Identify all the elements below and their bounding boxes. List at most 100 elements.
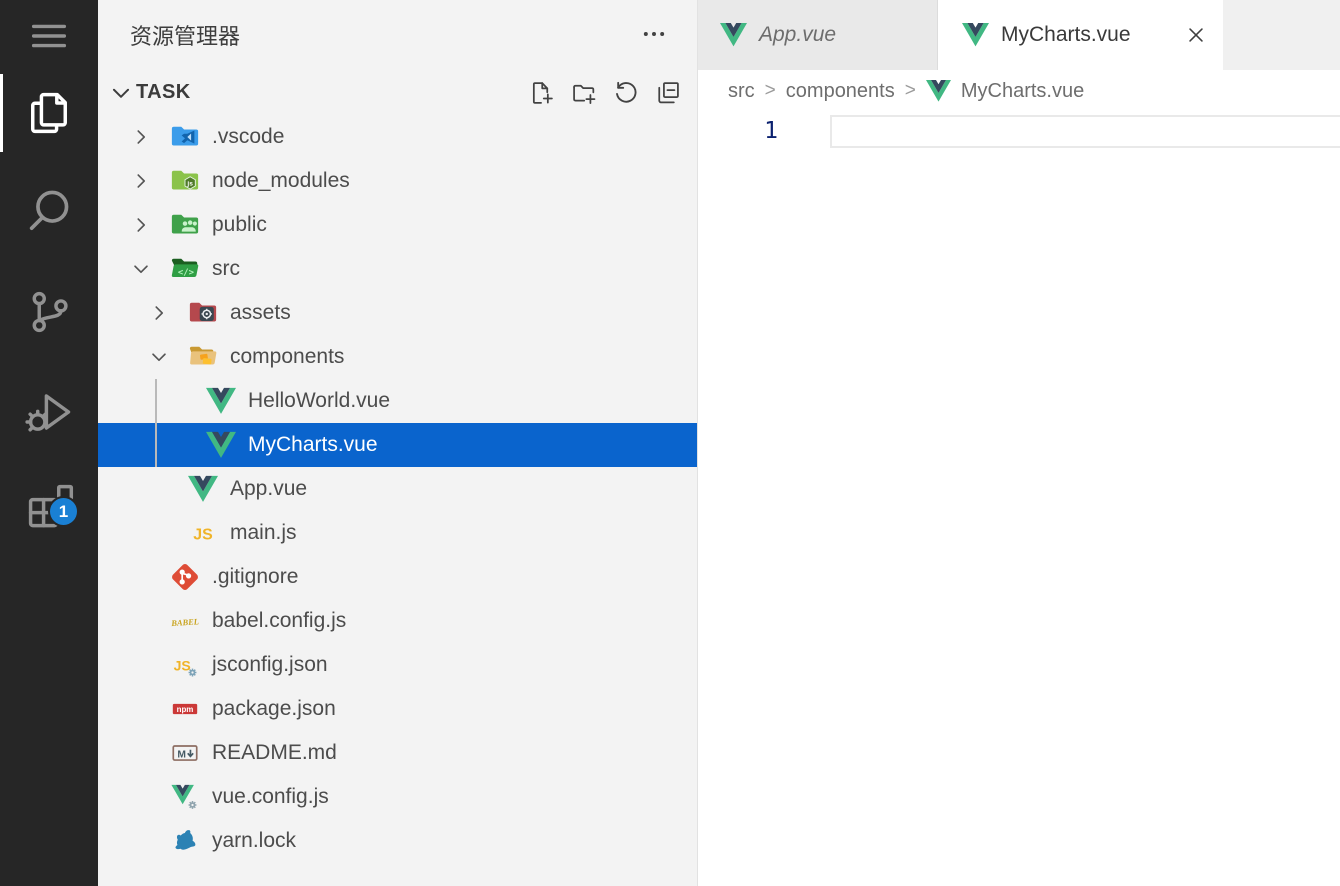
tree-item-mycharts-vue[interactable]: MyCharts.vue — [98, 423, 697, 467]
babel-icon: BABEL — [170, 606, 200, 636]
markdown-icon: M — [170, 738, 200, 768]
folder-node-icon: js — [170, 166, 200, 196]
tree-item-label: .gitignore — [212, 565, 298, 589]
search-icon — [23, 184, 75, 236]
activity-bar: 1 — [0, 0, 98, 886]
tree-item-yarn-lock[interactable]: yarn.lock — [98, 819, 697, 863]
active-view-indicator — [0, 74, 3, 152]
tree-item-readme-md[interactable]: M README.md — [98, 731, 697, 775]
folder-components-icon — [188, 342, 218, 372]
line-number: 1 — [698, 115, 778, 148]
breadcrumb: src>components>MyCharts.vue — [698, 70, 1340, 112]
new-file-button[interactable] — [525, 76, 559, 110]
collapse-all-button[interactable] — [651, 76, 685, 110]
tab-label: App.vue — [759, 23, 836, 47]
yarn-icon — [170, 826, 200, 856]
close-icon — [1185, 24, 1207, 46]
tree-item-babel-config-js[interactable]: BABEL babel.config.js — [98, 599, 697, 643]
sidebar-title: 资源管理器 — [130, 19, 637, 51]
code-line-1: 1 — [698, 115, 1340, 148]
breadcrumb-item-src[interactable]: src — [728, 80, 755, 103]
breadcrumb-label: src — [728, 80, 755, 103]
new-folder-icon — [570, 79, 598, 107]
tree-item-package-json[interactable]: npmpackage.json — [98, 687, 697, 731]
file-tree: .vscode js node_modulespublic</>srcassets c… — [98, 115, 697, 863]
folder-vscode-icon — [170, 122, 200, 152]
new-folder-button[interactable] — [567, 76, 601, 110]
svg-text:npm: npm — [177, 705, 194, 714]
tree-item-label: README.md — [212, 741, 337, 765]
tree-item-components[interactable]: components — [98, 335, 697, 379]
vue-icon — [188, 474, 218, 504]
chevron-right-icon — [130, 214, 170, 236]
tree-item-assets[interactable]: assets — [98, 291, 697, 335]
chevron-down-icon — [148, 346, 188, 368]
folder-public-icon — [170, 210, 200, 240]
chevron-down-icon — [108, 80, 134, 106]
vue-icon — [962, 23, 989, 47]
tree-item-label: node_modules — [212, 169, 350, 193]
tree-item-jsconfig-json[interactable]: JS jsconfig.json — [98, 643, 697, 687]
tree-item-main-js[interactable]: JSmain.js — [98, 511, 697, 555]
chevron-right-icon — [148, 302, 188, 324]
refresh-button[interactable] — [609, 76, 643, 110]
editor-group: App.vueMyCharts.vue src>components>MyCha… — [698, 0, 1340, 886]
activity-item-extensions[interactable]: 1 — [0, 469, 98, 541]
vue-icon — [206, 386, 236, 416]
debug-icon — [23, 386, 75, 438]
tree-item-label: components — [230, 345, 344, 369]
tree-item-vscode[interactable]: .vscode — [98, 115, 697, 159]
sidebar-header: 资源管理器 — [98, 0, 697, 70]
svg-text:JS: JS — [174, 658, 191, 674]
chevron-right-icon — [130, 126, 170, 148]
tree-item-app-vue[interactable]: App.vue — [98, 467, 697, 511]
tree-item-public[interactable]: public — [98, 203, 697, 247]
tab-mycharts-vue[interactable]: MyCharts.vue — [938, 0, 1223, 70]
more-actions-button[interactable] — [637, 17, 671, 51]
code-area[interactable]: 1 — [698, 112, 1340, 148]
activity-item-menu[interactable] — [0, 10, 98, 62]
source-control-icon — [23, 286, 75, 338]
tree-item-helloworld-vue[interactable]: HelloWorld.vue — [98, 379, 697, 423]
folder-assets-icon — [188, 298, 218, 328]
vue-config-icon — [170, 782, 200, 812]
current-line-highlight — [830, 115, 1340, 148]
close-tab-button[interactable] — [1181, 20, 1211, 50]
tree-item-src[interactable]: </>src — [98, 247, 697, 291]
chevron-down-icon — [130, 258, 170, 280]
js-icon: JS — [188, 518, 218, 548]
breadcrumb-separator: > — [905, 80, 916, 102]
npm-icon: npm — [170, 694, 200, 724]
breadcrumb-item-mycharts-vue[interactable]: MyCharts.vue — [926, 80, 1084, 103]
activity-item-explorer[interactable] — [0, 77, 98, 149]
tree-item-node-modules[interactable]: js node_modules — [98, 159, 697, 203]
sidebar-explorer: 资源管理器 TASK .vscode js node_modulespublic</… — [98, 0, 698, 886]
activity-item-source-control[interactable] — [0, 276, 98, 348]
tab-app-vue[interactable]: App.vue — [698, 0, 938, 70]
vue-icon — [926, 80, 951, 102]
tree-item-vue-config-js[interactable]: vue.config.js — [98, 775, 697, 819]
git-icon — [170, 562, 200, 592]
tree-item-label: src — [212, 257, 240, 281]
files-icon — [23, 87, 75, 139]
menu-icon — [26, 13, 72, 59]
svg-text:JS: JS — [193, 527, 212, 544]
sidebar-title-actions — [637, 17, 671, 53]
vue-icon — [206, 430, 236, 460]
tree-item-label: jsconfig.json — [212, 653, 328, 677]
tree-item-label: MyCharts.vue — [248, 433, 378, 457]
more-icon — [640, 20, 668, 48]
collapse-all-icon — [654, 79, 682, 107]
new-file-icon — [528, 79, 556, 107]
tree-item-label: .vscode — [212, 125, 284, 149]
section-header-task[interactable]: TASK — [98, 70, 697, 115]
activity-item-search[interactable] — [0, 174, 98, 246]
tree-item-label: babel.config.js — [212, 609, 346, 633]
section-actions — [525, 76, 687, 110]
jsconfig-icon: JS — [170, 650, 200, 680]
activity-item-run-debug[interactable] — [0, 376, 98, 448]
refresh-icon — [612, 79, 640, 107]
vue-icon — [720, 23, 747, 47]
breadcrumb-item-components[interactable]: components — [786, 80, 895, 103]
tree-item-gitignore[interactable]: .gitignore — [98, 555, 697, 599]
